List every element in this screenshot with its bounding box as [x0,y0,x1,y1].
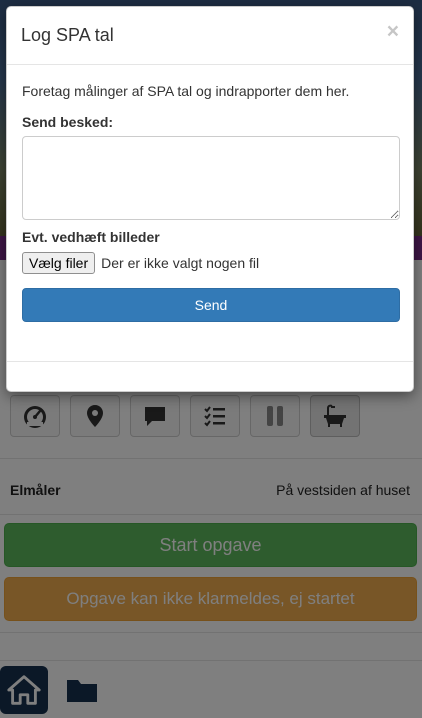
attach-images-label: Evt. vedhæft billeder [22,229,160,245]
file-input-row: Vælg filer Der er ikke valgt nogen fil [22,252,259,274]
modal-header: Log SPA tal × [7,7,413,65]
log-spa-modal: Log SPA tal × Foretag målinger af SPA ta… [6,6,414,392]
modal-body: Foretag målinger af SPA tal og indrappor… [22,83,400,322]
modal-title: Log SPA tal [21,25,114,45]
message-textarea[interactable] [22,136,400,220]
close-icon[interactable]: × [387,21,399,42]
modal-footer-divider [7,361,413,362]
choose-files-button[interactable]: Vælg filer [22,252,96,274]
modal-intro-text: Foretag målinger af SPA tal og indrappor… [22,83,350,99]
file-status-text: Der er ikke valgt nogen fil [101,255,260,271]
send-button[interactable]: Send [22,288,400,322]
message-label: Send besked: [22,114,114,130]
